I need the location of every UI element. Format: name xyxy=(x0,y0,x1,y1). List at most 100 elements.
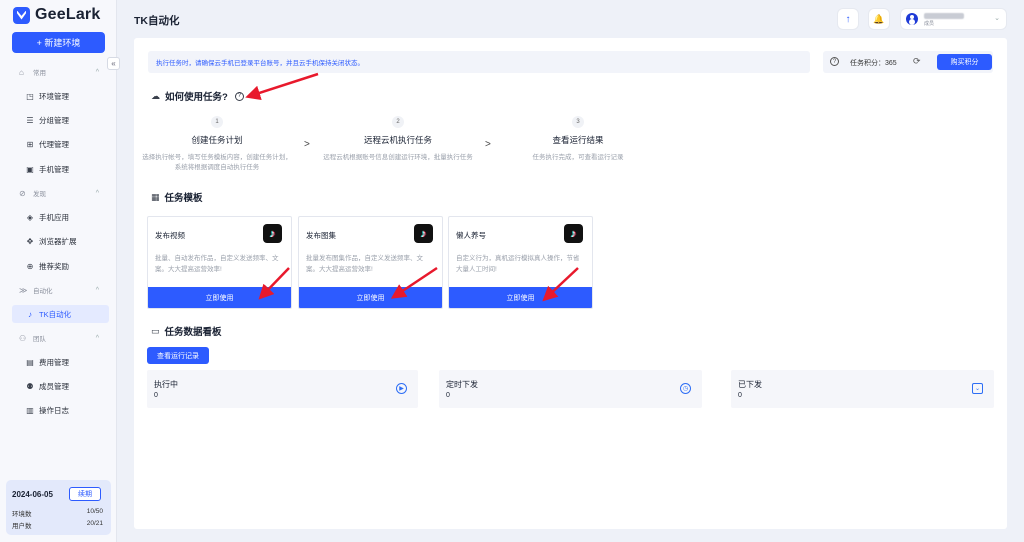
sidebar-item-label: TK自动化 xyxy=(39,309,72,319)
nav-group-team[interactable]: ⚇ 团队 ^ xyxy=(0,327,117,349)
use-now-button[interactable]: 立即使用 xyxy=(148,287,291,308)
sidebar-item-label: 手机应用 xyxy=(39,212,69,222)
sidebar-item-tk-automation[interactable]: ♪ TK自动化 xyxy=(12,305,109,323)
sidebar-item-label: 环境管理 xyxy=(39,91,69,101)
chevron-right-icon: > xyxy=(304,139,310,150)
sidebar-item-phones[interactable]: ▣ 手机管理 xyxy=(12,160,109,178)
sidebar-item-proxies[interactable]: ⊞ 代理管理 xyxy=(12,135,109,153)
template-card-publish-gallery: 发布图集 ♪ 批量发布图集作品，自定义发送频率、文案。大大提高运营效率! 立即使… xyxy=(298,216,443,309)
home-icon: ⌂ xyxy=(19,67,24,77)
renew-button[interactable]: 续期 xyxy=(69,487,101,501)
chevron-up-icon: ^ xyxy=(95,68,99,76)
env-count-label: 环境数 xyxy=(12,511,32,518)
board-icon: ▭ xyxy=(151,325,160,336)
page-title: TK自动化 xyxy=(134,15,180,27)
user-menu[interactable]: 成员 ⌄ xyxy=(901,9,1006,29)
templates-title: 任务模板 xyxy=(164,193,203,204)
geelark-logo-icon xyxy=(13,6,30,24)
sidebar-item-label: 代理管理 xyxy=(39,139,69,149)
phone-icon: ▣ xyxy=(26,164,34,174)
sidebar-item-label: 推荐奖励 xyxy=(39,261,69,271)
avatar xyxy=(906,13,918,25)
logo[interactable]: GeeLark xyxy=(13,6,100,24)
members-icon: ⚉ xyxy=(26,381,34,391)
notice-banner: 执行任务时，请确保云手机已登录平台账号，并且云手机保持关闭状态。 xyxy=(148,51,810,73)
sidebar-item-phone-apps[interactable]: ◈ 手机应用 xyxy=(12,208,109,226)
sidebar-item-environments[interactable]: ◳ 环境管理 xyxy=(12,87,109,105)
task-points-label: 任务积分：365 xyxy=(850,60,897,67)
header: TK自动化 ↑ 🔔 成员 ⌄ xyxy=(117,0,1024,38)
view-run-records-button[interactable]: 查看运行记录 xyxy=(147,347,209,364)
step-2: 2 远程云机执行任务 远程云机根据账号信息创建运行环境，批量执行任务 xyxy=(323,116,473,163)
nav-group-common[interactable]: ⌂ 常用 ^ xyxy=(0,61,117,83)
nav-group-label: 常用 xyxy=(33,70,46,77)
help-icon[interactable]: ? xyxy=(830,57,839,66)
user-role: 成员 xyxy=(924,21,935,27)
template-name: 发布图集 xyxy=(306,231,336,240)
task-points-bar: ? 任务积分：365 ⟳ 购买积分 xyxy=(823,51,993,73)
stat-label: 定时下发 xyxy=(446,380,478,389)
tiktok-icon: ♪ xyxy=(263,224,282,243)
sidebar-item-label: 分组管理 xyxy=(39,115,69,125)
stat-label: 已下发 xyxy=(738,380,762,389)
stat-value: 0 xyxy=(738,392,742,399)
stat-card-scheduled: 定时下发 0 ◷ xyxy=(439,370,702,408)
stat-value: 0 xyxy=(446,392,450,399)
step-description: 任务执行完成，可查看运行记录 xyxy=(532,154,624,161)
templates-section-title: ▦ 任务模板 xyxy=(151,190,203,205)
env-icon: ◳ xyxy=(26,91,34,101)
nav-group-label: 自动化 xyxy=(33,288,53,295)
template-description: 批量、自动发布作品，自定义发送频率、文案。大大提高运营效率! xyxy=(155,255,279,274)
template-card-publish-video: 发布视频 ♪ 批量、自动发布作品，自定义发送频率、文案。大大提高运营效率! 立即… xyxy=(147,216,292,309)
user-count-value: 20/21 xyxy=(86,520,103,527)
sidebar-item-label: 费用管理 xyxy=(39,357,69,367)
bell-icon: 🔔 xyxy=(873,13,885,24)
help-circle-icon[interactable]: ? xyxy=(234,91,244,101)
proxy-icon: ⊞ xyxy=(26,139,34,149)
tiktok-icon: ♪ xyxy=(414,224,433,243)
sidebar-item-referral-rewards[interactable]: ⊕ 推荐奖励 xyxy=(12,257,109,275)
sidebar-item-billing[interactable]: ▤ 费用管理 xyxy=(12,353,109,371)
step-number: 3 xyxy=(572,116,584,128)
sidebar: GeeLark + 新建环境 ⌂ 常用 ^ ◳ 环境管理 ☰ 分组管理 ⊞ 代理… xyxy=(0,0,117,542)
main-panel: 执行任务时，请确保云手机已登录平台账号，并且云手机保持关闭状态。 ? 任务积分：… xyxy=(134,38,1007,529)
chevron-down-icon: ⌄ xyxy=(994,15,1000,22)
sidebar-item-members[interactable]: ⚉ 成员管理 xyxy=(12,377,109,395)
dashboard-section-title: ▭ 任务数据看板 xyxy=(151,324,222,339)
play-icon: ▶ xyxy=(396,383,407,394)
collapse-sidebar-button[interactable]: « xyxy=(107,57,120,70)
brand-name: GeeLark xyxy=(35,6,101,23)
username-redacted xyxy=(924,13,964,19)
template-name: 发布视频 xyxy=(155,231,185,240)
user-count-label: 用户数 xyxy=(12,523,32,530)
stat-card-running: 执行中 0 ▶ xyxy=(147,370,418,408)
use-now-button[interactable]: 立即使用 xyxy=(299,287,442,308)
discover-icon: ⊘ xyxy=(19,188,26,198)
use-now-button[interactable]: 立即使用 xyxy=(449,287,592,308)
sidebar-item-label: 浏览器扩展 xyxy=(39,236,77,246)
buy-points-button[interactable]: 购买积分 xyxy=(937,54,992,70)
template-card-lazy-nurture: 懒人养号 ♪ 自定义行为，真机运行模拟真人操作，节省大量人工时间! 立即使用 xyxy=(448,216,593,309)
nav-group-discover[interactable]: ⊘ 发现 ^ xyxy=(0,182,117,204)
tiktok-icon: ♪ xyxy=(28,309,32,319)
group-icon: ☰ xyxy=(26,115,34,125)
sidebar-item-operation-log[interactable]: ▥ 操作日志 xyxy=(12,401,109,419)
step-description: 选择执行帐号，填写任务模板内容，创建任务计划，系统将根据调度自动执行任务 xyxy=(142,154,292,172)
sidebar-item-browser-extensions[interactable]: ✥ 浏览器扩展 xyxy=(12,232,109,250)
dashboard-title: 任务数据看板 xyxy=(164,327,222,338)
sidebar-item-groups[interactable]: ☰ 分组管理 xyxy=(12,111,109,129)
extension-icon: ✥ xyxy=(26,236,34,246)
new-environment-button[interactable]: + 新建环境 xyxy=(12,32,105,53)
notifications-button[interactable]: 🔔 xyxy=(869,9,889,29)
stat-label: 执行中 xyxy=(154,380,178,389)
refresh-icon[interactable]: ⟳ xyxy=(913,56,921,67)
plan-expiry-date: 2024-06-05 xyxy=(12,490,53,499)
chevron-up-icon: ^ xyxy=(95,334,99,342)
tiktok-icon: ♪ xyxy=(564,224,583,243)
upload-button[interactable]: ↑ xyxy=(838,9,858,29)
sidebar-item-label: 操作日志 xyxy=(39,405,69,415)
sidebar-item-label: 手机管理 xyxy=(39,164,69,174)
user-count-row: 用户数 20/21 xyxy=(12,520,103,530)
step-title: 查看运行结果 xyxy=(552,135,604,145)
nav-group-automation[interactable]: ≫ 自动化 ^ xyxy=(0,279,117,301)
